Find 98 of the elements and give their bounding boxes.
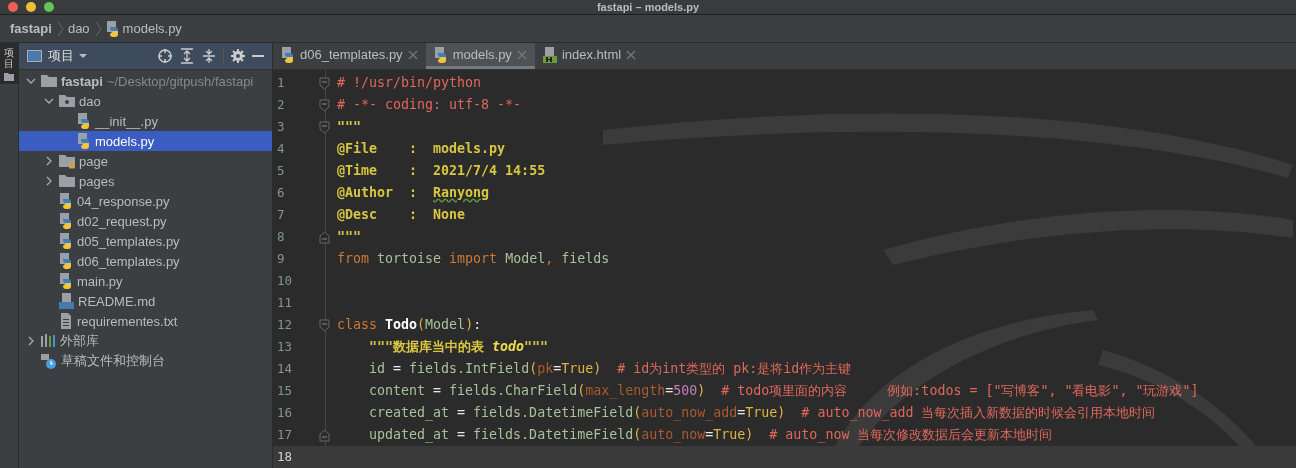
line-number: 6 — [276, 184, 286, 202]
code-line: @Time : 2021/7/4 14:55 — [337, 162, 546, 180]
python-file-icon — [77, 133, 91, 149]
minimize-window-button[interactable] — [26, 2, 36, 12]
line-number: 12 — [276, 316, 294, 334]
close-icon — [626, 49, 637, 60]
tree-item[interactable]: d05_templates.py — [19, 231, 272, 251]
fold-marker-icon — [318, 318, 330, 332]
line-number: 3 — [276, 118, 286, 136]
tree-item[interactable]: __init__.py — [19, 111, 272, 131]
python-file-icon — [77, 113, 91, 129]
line-number: 10 — [276, 272, 294, 290]
breadcrumb-item[interactable]: dao — [67, 21, 90, 36]
collapse-all-icon — [201, 48, 217, 64]
settings-icon — [230, 48, 246, 64]
close-icon — [516, 49, 527, 60]
folder-icon — [59, 173, 75, 189]
code-line: from tortoise import Model, fields — [337, 250, 610, 268]
line-number: 4 — [276, 140, 286, 158]
code-line: @Author : Ranyong — [337, 184, 490, 202]
python-file-icon — [59, 193, 73, 209]
line-number: 9 — [276, 250, 286, 268]
panel-icon — [27, 49, 42, 63]
python-file-icon — [59, 253, 73, 269]
clock-icon — [41, 353, 57, 369]
code-line: """ — [337, 118, 362, 136]
tree-item[interactable]: main.py — [19, 271, 272, 291]
tree-item[interactable]: models.py — [19, 131, 272, 151]
markdown-file-icon — [59, 293, 74, 309]
line-number: 13 — [276, 338, 294, 356]
folder-icon — [41, 73, 57, 89]
code-line: """ — [337, 228, 362, 246]
fold-marker-icon — [318, 76, 330, 90]
code-line: @Desc : None — [337, 206, 466, 224]
code-line: """数据库当中的表 todo""" — [369, 338, 549, 356]
chevron-right-icon — [93, 20, 102, 37]
python-file-icon — [105, 20, 120, 37]
crosshair-icon — [157, 48, 173, 64]
code-line: updated_at = fields.DatetimeField(auto_now=True) # auto_now 当每次修改数据后会更新本地时间 — [369, 426, 1053, 445]
tree-item[interactable]: d06_templates.py — [19, 251, 272, 271]
tree-item[interactable]: requirementes.txt — [19, 311, 272, 331]
tree-item[interactable]: README.md — [19, 291, 272, 311]
line-number: 2 — [276, 96, 286, 114]
fold-marker-icon — [318, 428, 330, 442]
breadcrumb-item[interactable]: fastapi — [10, 21, 52, 36]
python-file-icon — [433, 46, 448, 63]
line-number: 8 — [276, 228, 286, 246]
tree-item[interactable]: d02_request.py — [19, 211, 272, 231]
python-file-icon — [59, 233, 73, 249]
library-bars-icon — [41, 333, 56, 349]
minimize-icon — [252, 55, 264, 57]
package-folder-icon — [59, 93, 75, 109]
chevron-right-icon — [55, 20, 64, 37]
dropdown-caret-icon — [79, 54, 87, 58]
tree-item[interactable]: 外部库 — [19, 331, 272, 351]
line-number: 17 — [276, 426, 294, 444]
tree-item[interactable]: pages — [19, 171, 272, 191]
line-number: 1 — [276, 74, 286, 92]
close-icon — [407, 49, 418, 60]
line-number: 16 — [276, 404, 294, 422]
editor-tab[interactable]: index.html — [534, 43, 645, 69]
line-number: 11 — [276, 294, 294, 312]
tree-item[interactable]: dao — [19, 91, 272, 111]
breadcrumb-item[interactable]: models.py — [122, 21, 182, 36]
editor-tab[interactable]: d06_templates.py — [273, 43, 426, 69]
close-window-button[interactable] — [8, 2, 18, 12]
line-number: 5 — [276, 162, 286, 180]
code-line: # !/usr/bin/python — [337, 74, 482, 92]
python-file-icon — [59, 213, 73, 229]
project-tool-tab[interactable]: 项目 — [0, 43, 18, 84]
python-file-icon — [281, 46, 295, 63]
line-number: 18 — [276, 448, 294, 466]
text-file-icon — [59, 313, 73, 329]
code-line: id = fields.IntField(pk=True) # id为int类型的 pk:是将id作为主键 — [369, 360, 852, 378]
code-line: created_at = fields.DatetimeField(auto_now_add=True) # auto_now_add 当每次插入新数据的时候会引用本地时间 — [369, 404, 1156, 423]
fold-marker-icon — [318, 98, 330, 112]
folder-icon — [4, 72, 14, 82]
view-selector[interactable]: 项目 — [48, 47, 87, 65]
tree-item[interactable]: page — [19, 151, 272, 171]
python-file-icon — [59, 273, 73, 289]
line-number: 15 — [276, 382, 294, 400]
tree-item[interactable]: fastapi ~/Desktop/gitpush/fastapi — [19, 71, 272, 91]
code-line: # -*- coding: utf-8 -*- — [337, 96, 522, 114]
fold-marker-icon — [318, 230, 330, 244]
zoom-window-button[interactable] — [44, 2, 54, 12]
line-number: 7 — [276, 206, 286, 224]
code-line: class Todo(Model): — [337, 316, 482, 334]
window-title: fastapi – models.py — [596, 0, 700, 14]
tree-item[interactable]: 草稿文件和控制台 — [19, 351, 272, 371]
folder-icon — [59, 153, 75, 169]
html-file-icon — [542, 46, 557, 63]
code-line: @File : models.py — [337, 140, 506, 158]
tree-item[interactable]: 04_response.py — [19, 191, 272, 211]
line-number: 14 — [276, 360, 294, 378]
code-line: content = fields.CharField(max_length=500) # todo项里面的内容 例如:todos = ["写博客", "看电影", "玩游戏"] — [369, 382, 1199, 401]
fold-marker-icon — [318, 120, 330, 134]
editor-tab[interactable]: models.py — [425, 43, 535, 69]
expand-all-icon — [179, 48, 195, 64]
